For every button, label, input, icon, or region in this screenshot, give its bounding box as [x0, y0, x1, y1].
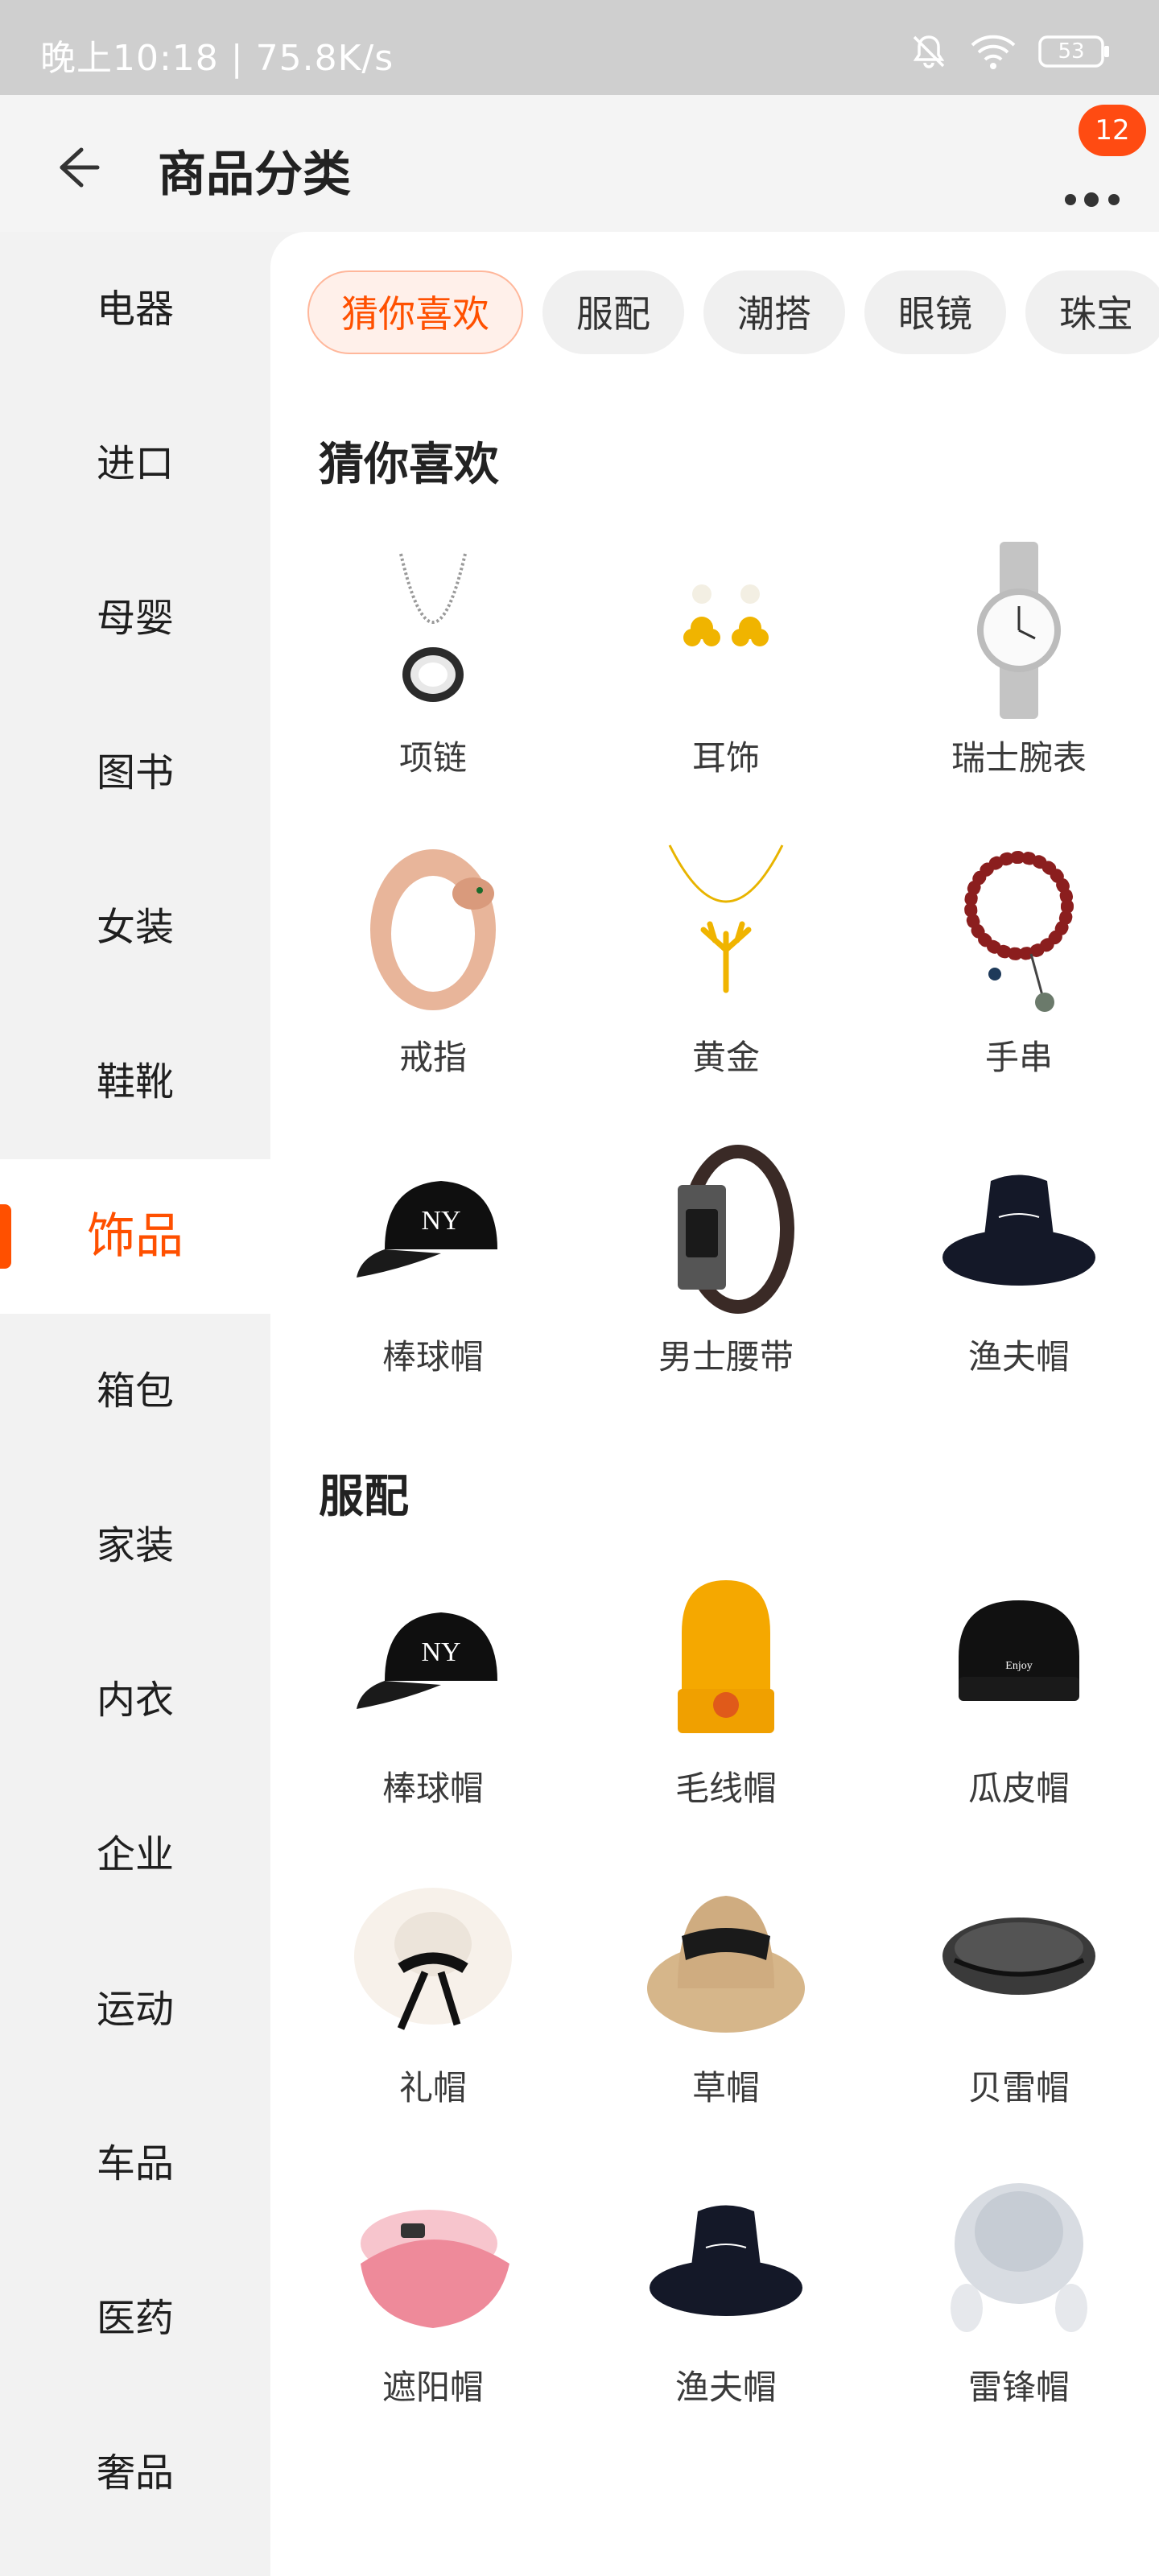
status-icons: 53 — [909, 32, 1111, 71]
category-item[interactable]: 礼帽 — [288, 1868, 578, 2141]
baseball-cap-icon: NY — [353, 1568, 514, 1753]
battery-icon: 53 — [1038, 34, 1111, 69]
category-item-label: 戒指 — [398, 1038, 467, 1077]
category-item-label: 草帽 — [691, 2068, 760, 2107]
svg-text:Enjoy: Enjoy — [1005, 1660, 1032, 1672]
category-item[interactable]: NY 棒球帽 — [288, 1568, 578, 1842]
category-item-label: 贝雷帽 — [967, 2068, 1070, 2107]
category-item-label: 渔夫帽 — [967, 1337, 1070, 1377]
sidebar-item[interactable]: 家装 — [0, 1468, 270, 1623]
category-item-label: 棒球帽 — [382, 1337, 484, 1377]
beanie-icon — [645, 1568, 806, 1753]
watch-icon — [938, 538, 1099, 723]
category-item-label: 瑞士腕表 — [951, 738, 1087, 778]
sidebar-item[interactable]: 进口 — [0, 386, 270, 541]
fur-hat-icon — [938, 2167, 1099, 2352]
category-item[interactable]: 贝雷帽 — [874, 1868, 1159, 2141]
category-item[interactable]: 遮阳帽 — [288, 2167, 578, 2441]
sidebar-item[interactable]: 电器 — [0, 232, 270, 386]
bead-bracelet-icon — [938, 837, 1099, 1022]
ring-icon — [353, 837, 514, 1022]
sidebar-item[interactable]: 企业 — [0, 1777, 270, 1932]
back-button[interactable] — [44, 135, 109, 200]
sidebar-item[interactable]: 箱包 — [0, 1314, 270, 1468]
category-item[interactable]: 瑞士腕表 — [874, 538, 1159, 811]
wifi-icon — [969, 32, 1017, 71]
category-item[interactable]: 雷锋帽 — [874, 2167, 1159, 2441]
page-title: 商品分类 — [158, 147, 351, 203]
sidebar-item[interactable]: 母婴 — [0, 541, 270, 696]
sidebar-item[interactable]: 饰品 — [0, 1159, 270, 1314]
category-item-label: 遮阳帽 — [382, 2368, 484, 2407]
category-item[interactable]: 男士腰带 — [581, 1137, 871, 1410]
category-item-label: 礼帽 — [398, 2068, 467, 2107]
sidebar-item[interactable]: 车品 — [0, 2087, 270, 2241]
category-item[interactable]: 草帽 — [581, 1868, 871, 2141]
bucket-hat-icon — [645, 2167, 806, 2352]
category-item[interactable]: 耳饰 — [581, 538, 871, 811]
category-sidebar: 电器 进口 母婴 图书 女装 鞋靴 饰品 箱包 家装 内衣 企业 运动 车品 医药 奢品 — [0, 232, 270, 2576]
notification-badge: 12 — [1079, 105, 1146, 156]
sidebar-item[interactable]: 鞋靴 — [0, 1005, 270, 1159]
subcategory-tab[interactable]: 眼镜 — [864, 270, 1006, 354]
skullcap-icon: Enjoy — [938, 1568, 1099, 1753]
category-item[interactable]: NY 棒球帽 — [288, 1137, 578, 1410]
beret-icon — [938, 1868, 1099, 2053]
category-item-label: 渔夫帽 — [674, 2368, 777, 2407]
category-item-label: 男士腰带 — [658, 1337, 794, 1377]
sidebar-item[interactable]: 奢品 — [0, 2396, 270, 2550]
category-item-label: 耳饰 — [691, 738, 760, 778]
category-content: 猜你喜欢 服配 潮搭 眼镜 珠宝 猜你喜欢 项链 耳饰 瑞士腕表 戒指 黄金 手串 NY 棒球帽 男士腰… — [270, 232, 1159, 2576]
category-item[interactable]: 黄金 — [581, 837, 871, 1111]
section-title: 猜你喜欢 — [319, 439, 499, 491]
sidebar-item[interactable]: 女装 — [0, 850, 270, 1005]
category-item-label: 手串 — [984, 1038, 1053, 1077]
subcategory-tab[interactable]: 服配 — [542, 270, 684, 354]
subcategory-tabs: 猜你喜欢 服配 潮搭 眼镜 珠宝 — [307, 270, 1159, 354]
category-item-label: 毛线帽 — [674, 1769, 777, 1808]
baseball-cap-icon: NY — [353, 1137, 514, 1322]
belt-icon — [645, 1137, 806, 1322]
category-item-label: 棒球帽 — [382, 1769, 484, 1808]
bucket-hat-icon — [938, 1137, 1099, 1322]
status-bar: 晚上10:18 | 75.8K/s 53 — [0, 0, 1159, 95]
status-time-speed: 晚上10:18 | 75.8K/s — [40, 38, 394, 79]
category-item-label: 项链 — [398, 738, 467, 778]
mute-bell-icon — [909, 32, 948, 71]
category-item[interactable]: 戒指 — [288, 837, 578, 1111]
wide-brim-hat-icon — [353, 1868, 514, 2053]
category-item[interactable]: 项链 — [288, 538, 578, 811]
earring-icon — [645, 538, 806, 723]
section-title: 服配 — [319, 1471, 409, 1523]
category-item[interactable]: 渔夫帽 — [874, 1137, 1159, 1410]
svg-text:NY: NY — [421, 1637, 460, 1667]
category-item-label: 黄金 — [691, 1038, 760, 1077]
category-item[interactable]: 毛线帽 — [581, 1568, 871, 1842]
gold-necklace-icon — [645, 837, 806, 1022]
sidebar-item[interactable]: 医药 — [0, 2241, 270, 2396]
straw-hat-icon — [645, 1868, 806, 2053]
category-item[interactable]: 渔夫帽 — [581, 2167, 871, 2441]
battery-level: 53 — [1058, 39, 1085, 64]
svg-text:NY: NY — [421, 1206, 460, 1236]
category-item[interactable]: Enjoy 瓜皮帽 — [874, 1568, 1159, 1842]
subcategory-tab[interactable]: 珠宝 — [1025, 270, 1159, 354]
header: 商品分类 — [0, 95, 1159, 232]
subcategory-tab[interactable]: 猜你喜欢 — [307, 270, 523, 354]
category-item-label: 雷锋帽 — [967, 2368, 1070, 2407]
sidebar-item[interactable]: 内衣 — [0, 1623, 270, 1777]
back-arrow-icon — [60, 147, 100, 188]
sidebar-item[interactable]: 图书 — [0, 696, 270, 850]
necklace-icon — [353, 538, 514, 723]
subcategory-tab[interactable]: 潮搭 — [703, 270, 845, 354]
category-item-label: 瓜皮帽 — [967, 1769, 1070, 1808]
sun-visor-icon — [353, 2167, 514, 2352]
sidebar-item[interactable]: 运动 — [0, 1932, 270, 2087]
category-item[interactable]: 手串 — [874, 837, 1159, 1111]
